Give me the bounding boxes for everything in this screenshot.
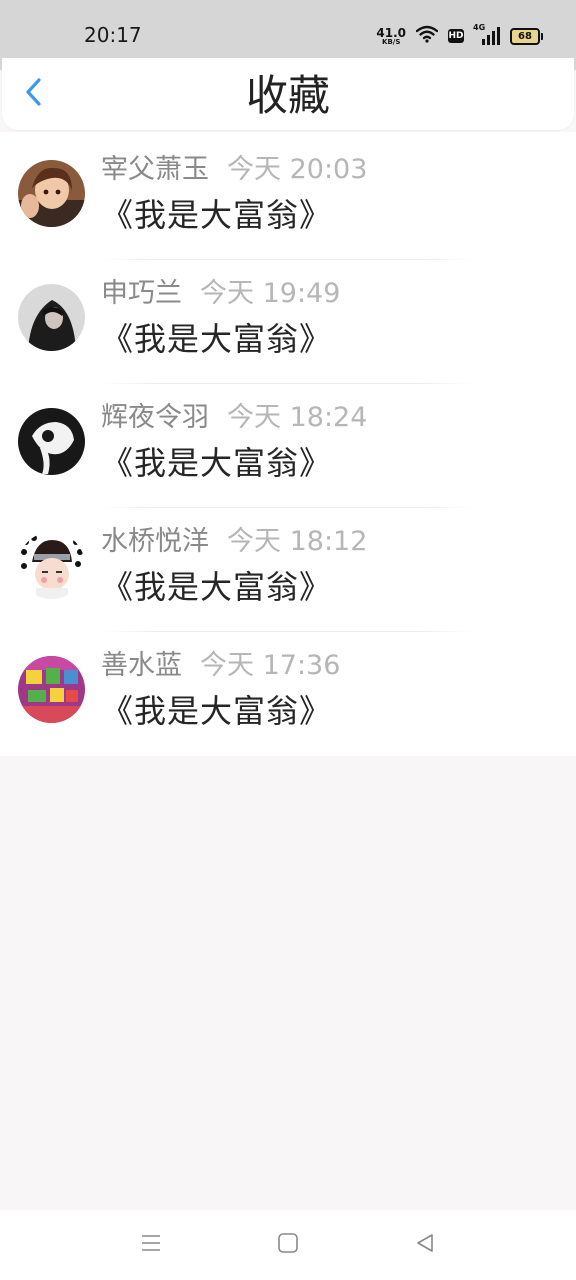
status-time: 20:17 <box>84 23 142 47</box>
item-meta: 水桥悦洋 今天 18:12 <box>101 524 367 560</box>
book-title: 《我是大富翁》 <box>101 692 333 730</box>
home-button[interactable] <box>273 1230 303 1260</box>
timestamp: 今天 18:24 <box>227 402 368 433</box>
menu-icon <box>140 1233 162 1257</box>
network-speed-indicator: 41.0 KB/S <box>376 27 406 46</box>
signal-bar <box>492 31 495 45</box>
timestamp: 今天 18:12 <box>227 526 368 557</box>
network-speed-unit: KB/S <box>382 37 401 46</box>
book-title: 《我是大富翁》 <box>101 568 333 606</box>
battery-icon: 68 <box>510 27 543 45</box>
item-meta: 宰父萧玉 今天 20:03 <box>101 152 367 188</box>
favorites-list: 宰父萧玉 今天 20:03 《我是大富翁》 申巧兰 今天 19:49 《我是大富… <box>0 132 576 756</box>
item-meta: 善水蓝 今天 17:36 <box>101 648 340 684</box>
network-type-label: 4G <box>473 23 486 32</box>
status-icons: 41.0 KB/S HD 4G 68 <box>376 23 543 48</box>
username: 辉夜令羽 <box>101 402 209 433</box>
avatar[interactable] <box>18 532 85 599</box>
signal-bar <box>482 39 485 45</box>
username: 宰父萧玉 <box>101 154 209 185</box>
timestamp: 今天 20:03 <box>227 154 368 185</box>
avatar[interactable] <box>18 408 85 475</box>
timestamp: 今天 17:36 <box>200 650 341 681</box>
item-meta: 辉夜令羽 今天 18:24 <box>101 400 367 436</box>
avatar[interactable] <box>18 284 85 351</box>
list-item[interactable]: 申巧兰 今天 19:49 《我是大富翁》 <box>0 260 576 384</box>
list-item[interactable]: 宰父萧玉 今天 20:03 《我是大富翁》 <box>0 136 576 260</box>
page-header: 收藏 <box>2 58 574 130</box>
list-item[interactable]: 辉夜令羽 今天 18:24 《我是大富翁》 <box>0 384 576 508</box>
system-nav-bar <box>0 1210 576 1280</box>
username: 善水蓝 <box>101 650 182 681</box>
timestamp: 今天 19:49 <box>200 278 341 309</box>
book-title: 《我是大富翁》 <box>101 196 333 234</box>
book-title: 《我是大富翁》 <box>101 444 333 482</box>
item-meta: 申巧兰 今天 19:49 <box>101 276 340 312</box>
username: 申巧兰 <box>101 278 182 309</box>
avatar[interactable] <box>18 656 85 723</box>
back-triangle-icon <box>414 1232 436 1258</box>
signal-bar <box>487 35 490 45</box>
home-icon <box>277 1232 299 1258</box>
wifi-icon <box>415 25 439 47</box>
hd-icon: HD <box>448 29 464 43</box>
list-item[interactable]: 水桥悦洋 今天 18:12 《我是大富翁》 <box>0 508 576 632</box>
menu-button[interactable] <box>136 1230 166 1260</box>
page-title: 收藏 <box>245 71 330 120</box>
network-speed-value: 41.0 <box>376 25 406 40</box>
username: 水桥悦洋 <box>101 526 209 557</box>
signal-bar <box>497 27 500 45</box>
list-item[interactable]: 善水蓝 今天 17:36 《我是大富翁》 <box>0 632 576 756</box>
cellular-signal-icon: 4G <box>473 23 500 45</box>
avatar[interactable] <box>18 160 85 227</box>
back-nav-button[interactable] <box>410 1230 440 1260</box>
book-title: 《我是大富翁》 <box>101 320 333 358</box>
